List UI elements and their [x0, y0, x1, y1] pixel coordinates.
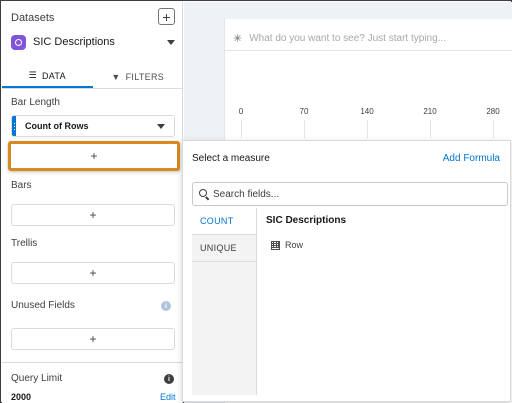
add-measure-button[interactable]: + [8, 141, 180, 171]
unused-fields-label: Unused Fields [11, 300, 75, 311]
chevron-down-icon[interactable] [157, 123, 165, 129]
query-limit-value: 2000 [11, 392, 32, 402]
gridline [241, 120, 242, 138]
dataset-select[interactable]: SIC Descriptions [11, 31, 175, 53]
add-unused-field-button[interactable]: + [11, 328, 175, 350]
aggregation-list: COUNT UNIQUE [192, 208, 257, 395]
axis-tick-label: 280 [486, 107, 500, 116]
dataset-fields-title: SIC Descriptions [266, 215, 347, 226]
tab-filters-label: FILTERS [125, 71, 165, 82]
sparkle-icon: ✳ [233, 33, 243, 45]
info-icon[interactable]: i [161, 301, 171, 311]
drag-handle[interactable] [12, 116, 16, 136]
gridline [367, 120, 368, 138]
bar-length-field[interactable]: Count of Rows [11, 115, 175, 137]
bar-length-label: Bar Length [11, 97, 60, 108]
search-icon [199, 189, 209, 199]
dataset-icon [11, 34, 26, 50]
tab-data[interactable]: ☰ DATA [2, 65, 93, 88]
query-prompt-placeholder: What do you want to see? Just start typi… [249, 33, 446, 44]
panel-tabs: ☰ DATA ▼ FILTERS [2, 65, 183, 89]
aggregation-count[interactable]: COUNT [192, 208, 256, 235]
list-icon: ☰ [28, 70, 37, 80]
filter-icon: ▼ [111, 71, 121, 82]
add-dataset-button[interactable]: + [158, 8, 175, 25]
datasets-label: Datasets [11, 12, 55, 24]
axis-tick-label: 210 [423, 107, 437, 116]
gridline [430, 120, 431, 138]
left-panel: Datasets + SIC Descriptions ☰ DATA ▼ FIL… [2, 2, 183, 403]
tab-data-label: DATA [42, 70, 66, 81]
trellis-label: Trellis [11, 238, 38, 249]
add-bars-button[interactable]: + [11, 204, 175, 226]
table-icon [271, 240, 280, 250]
search-field[interactable] [192, 182, 508, 206]
field-item-label: Row [285, 240, 304, 250]
info-icon[interactable]: i [164, 374, 174, 384]
bars-label: Bars [11, 180, 32, 191]
axis-tick-label: 70 [299, 107, 309, 116]
bar-length-field-label: Count of Rows [25, 121, 89, 131]
dataset-name: SIC Descriptions [33, 36, 115, 48]
field-item-row[interactable]: Row [271, 240, 303, 250]
popover-title: Select a measure [192, 153, 270, 164]
tab-filters[interactable]: ▼ FILTERS [93, 65, 184, 88]
add-formula-link[interactable]: Add Formula [443, 153, 500, 164]
axis-tick-label: 140 [360, 107, 374, 116]
aggregation-unique[interactable]: UNIQUE [192, 235, 256, 262]
gridline [304, 120, 305, 138]
add-trellis-button[interactable]: + [11, 262, 175, 284]
chevron-down-icon [167, 39, 175, 45]
section-divider [2, 362, 183, 363]
gridline [493, 120, 494, 138]
app-frame: Datasets + SIC Descriptions ☰ DATA ▼ FIL… [0, 0, 512, 403]
query-limit-label: Query Limit [11, 373, 63, 384]
axis-tick-label: 0 [238, 107, 244, 116]
edit-query-limit-link[interactable]: Edit [160, 392, 176, 402]
query-prompt[interactable]: ✳ What do you want to see? Just start ty… [225, 27, 512, 51]
measure-popover: Select a measure Add Formula COUNT UNIQU… [182, 140, 511, 402]
search-input[interactable] [213, 188, 493, 200]
